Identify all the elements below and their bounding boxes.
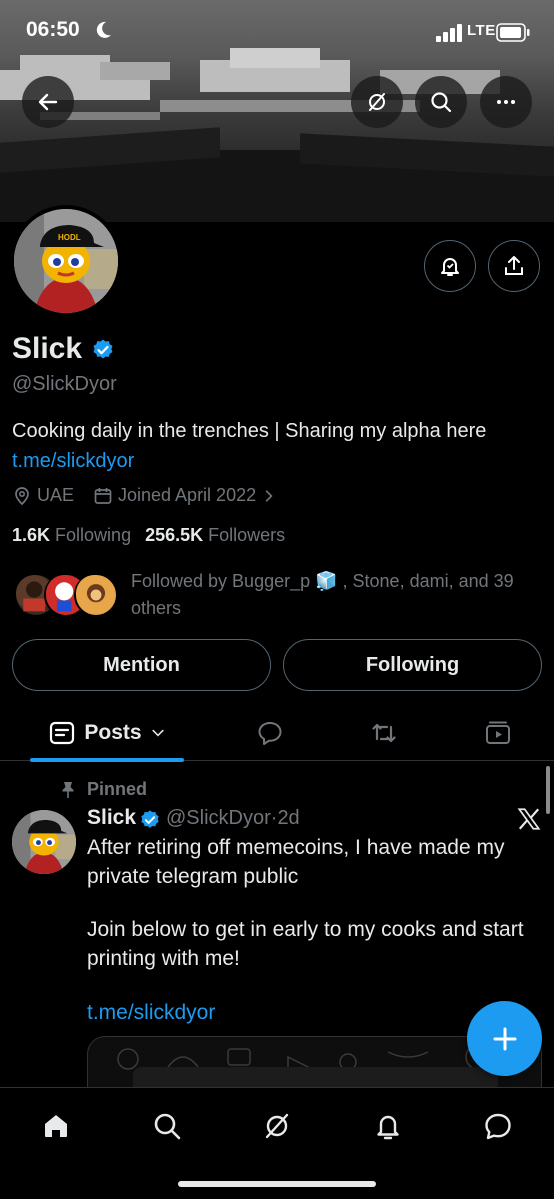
location-text: UAE xyxy=(37,485,75,505)
pinned-label: Pinned xyxy=(87,779,148,799)
tweet-text-line: private telegram public xyxy=(87,865,299,888)
tweet-text-line: After retiring off memecoins, I have mad… xyxy=(87,836,505,859)
verified-badge-icon xyxy=(141,810,159,828)
joined-text: Joined April 2022 xyxy=(118,485,257,505)
tab-media[interactable] xyxy=(472,705,524,761)
tab-replies[interactable] xyxy=(244,705,296,761)
following-link[interactable]: 1.6K Following xyxy=(12,525,131,546)
tab-posts[interactable]: Posts xyxy=(30,705,184,761)
tweet-link[interactable]: t.me/slickdyor xyxy=(87,1001,215,1025)
profile-handle: @SlickDyor xyxy=(12,373,117,395)
battery-icon xyxy=(496,23,530,42)
search-icon xyxy=(154,1113,181,1140)
signal-icon xyxy=(436,24,462,42)
profile-avatar[interactable]: HODL xyxy=(10,205,122,317)
moon-icon xyxy=(96,21,111,38)
bio-link[interactable]: t.me/slickdyor xyxy=(12,450,134,473)
retweet-icon xyxy=(372,723,396,743)
grok-button[interactable] xyxy=(351,76,403,128)
tweet-author-handle: @SlickDyor·2d xyxy=(166,807,300,829)
search-button[interactable] xyxy=(415,76,467,128)
calendar-icon xyxy=(94,487,112,504)
home-icon xyxy=(45,1115,67,1137)
followed-by-text[interactable]: Followed by Bugger_p 🧊 , Stone, dami, an… xyxy=(131,568,541,622)
verified-badge-icon[interactable] xyxy=(91,338,115,362)
tweet-author-avatar[interactable] xyxy=(12,810,76,874)
more-button[interactable] xyxy=(480,76,532,128)
following-count: 1.6K xyxy=(12,525,51,545)
media-icon xyxy=(486,721,510,744)
location-pin-icon xyxy=(15,486,29,505)
grok-icon xyxy=(369,93,385,111)
tweet-text-line: printing with me! xyxy=(87,947,240,970)
tweet-text-line: Join below to get in early to my cooks a… xyxy=(87,918,524,941)
following-button[interactable]: Following xyxy=(283,639,542,691)
nav-search[interactable] xyxy=(147,1106,187,1146)
share-icon xyxy=(505,256,523,275)
avatar-cap-text: HODL xyxy=(58,233,81,242)
followers-link[interactable]: 256.5K Followers xyxy=(145,525,285,546)
message-icon xyxy=(485,1113,511,1140)
bell-icon xyxy=(441,258,459,276)
home-indicator[interactable] xyxy=(178,1181,376,1187)
arrow-left-icon xyxy=(38,93,58,111)
followed-by-avatars[interactable] xyxy=(14,573,118,619)
nav-home[interactable] xyxy=(36,1106,76,1146)
display-name: Slick xyxy=(12,332,83,365)
profile-joined[interactable]: Joined April 2022 xyxy=(93,485,277,506)
bell-icon xyxy=(377,1115,399,1140)
nav-messages[interactable] xyxy=(478,1106,518,1146)
plus-icon xyxy=(493,1027,516,1050)
follower-avatar xyxy=(74,573,118,617)
followers-count: 256.5K xyxy=(145,525,204,545)
share-button[interactable] xyxy=(488,240,540,292)
tweet-time: 2d xyxy=(277,807,300,829)
profile-location: UAE xyxy=(12,485,74,506)
following-label: Following xyxy=(55,525,132,545)
scrollbar[interactable] xyxy=(546,766,550,814)
compose-button[interactable] xyxy=(467,1001,542,1076)
nav-grok[interactable] xyxy=(257,1106,297,1146)
avatar-illustration: HODL xyxy=(14,209,118,313)
reply-icon xyxy=(258,722,282,745)
more-icon xyxy=(497,100,515,104)
x-logo-icon xyxy=(517,808,541,830)
tweet-avatar-illustration xyxy=(12,810,76,874)
posts-icon xyxy=(50,721,75,745)
network-label: LTE xyxy=(467,22,496,39)
notifications-button[interactable] xyxy=(424,240,476,292)
nav-notifications[interactable] xyxy=(368,1106,408,1146)
tab-posts-label: Posts xyxy=(84,721,142,744)
tab-reposts[interactable] xyxy=(358,705,410,761)
chevron-down-icon xyxy=(151,729,164,737)
profile-bio: Cooking daily in the trenches | Sharing … xyxy=(12,420,487,442)
profile-tabs: Posts xyxy=(0,705,554,761)
tweet-author-name[interactable]: Slick xyxy=(87,806,136,830)
chevron-right-icon xyxy=(265,489,273,502)
pin-icon xyxy=(62,782,74,798)
active-tab-indicator xyxy=(30,758,184,762)
back-button[interactable] xyxy=(22,76,74,128)
mention-button[interactable]: Mention xyxy=(12,639,271,691)
follow-counts: 1.6K Following 256.5K Followers xyxy=(12,525,285,546)
status-time: 06:50 xyxy=(26,18,80,41)
search-icon xyxy=(431,92,452,113)
followers-label: Followers xyxy=(208,525,286,545)
grok-icon xyxy=(265,1113,289,1139)
tweet-handle-text: @SlickDyor xyxy=(166,807,271,829)
